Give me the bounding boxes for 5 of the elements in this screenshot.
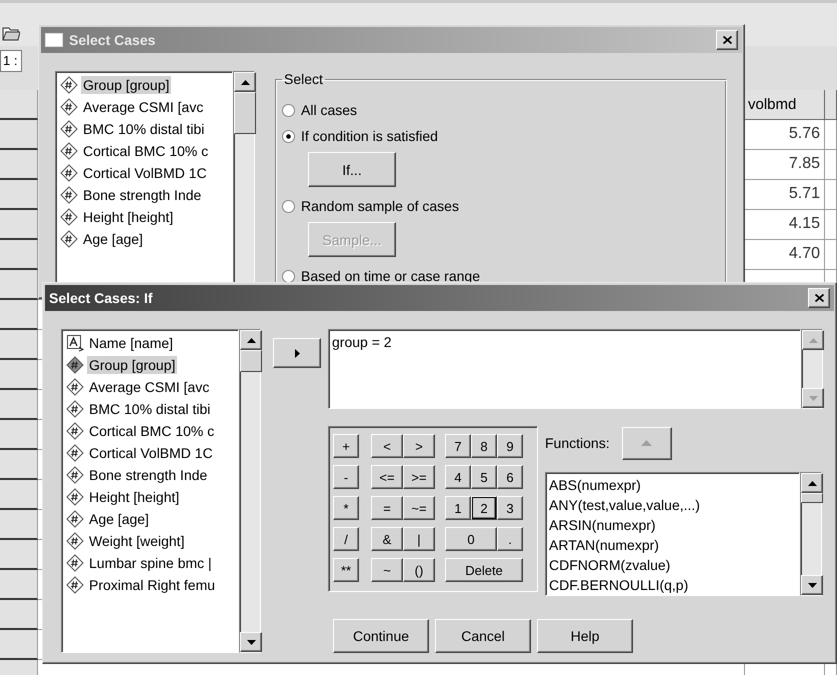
cell-reference: 1 : [0, 50, 22, 72]
group-label: Select [283, 71, 324, 87]
functions-label: Functions: [545, 435, 610, 451]
window-title: Select Cases [69, 32, 156, 48]
window-title: Select Cases: If [49, 290, 154, 306]
